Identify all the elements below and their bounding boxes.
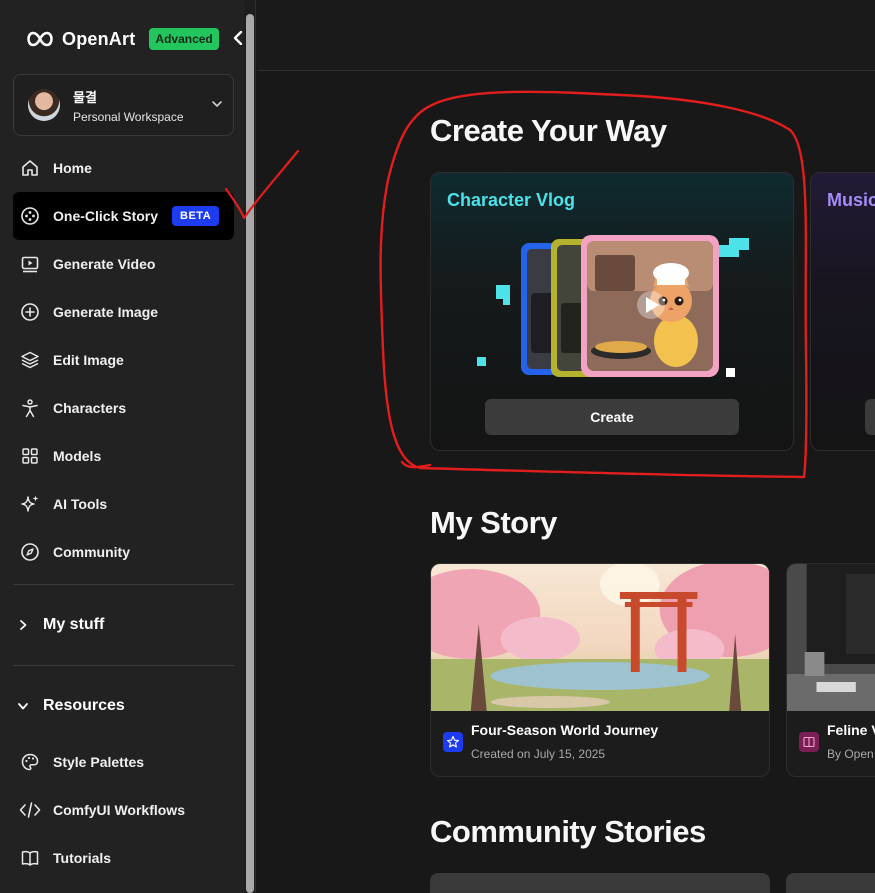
nav-item-tutorials[interactable]: Tutorials: [13, 834, 234, 882]
create-button[interactable]: Create: [485, 399, 739, 435]
nav-label: Generate Video: [53, 256, 156, 272]
workspace-label: Personal Workspace: [73, 109, 184, 124]
story-date: Created on July 15, 2025: [471, 747, 606, 761]
character-vlog-preview-image: [477, 235, 749, 377]
section-resources[interactable]: Resources: [13, 689, 234, 723]
nav-label: Style Palettes: [53, 754, 145, 770]
nav-item-models[interactable]: Models: [13, 432, 234, 480]
book-icon: [799, 732, 819, 752]
nav-item-generate-video[interactable]: Generate Video: [13, 240, 234, 288]
nav-item-edit-image[interactable]: Edit Image: [13, 336, 234, 384]
workspace-switcher[interactable]: 물결 Personal Workspace: [13, 74, 234, 136]
book-icon: [19, 847, 41, 869]
story-title: Feline V: [827, 722, 875, 738]
user-name: 물결: [73, 89, 97, 105]
nav-label: Edit Image: [53, 352, 124, 368]
sidebar-content: OpenArt Advanced 물결 Personal Workspace H…: [0, 0, 244, 893]
chevron-right-icon: [20, 620, 27, 630]
plan-badge: Advanced: [149, 28, 219, 50]
character-vlog-card[interactable]: Character Vlog Create: [430, 172, 794, 451]
section-label: My stuff: [43, 616, 105, 633]
card-title: Character Vlog: [447, 190, 576, 210]
story-star-icon: [443, 732, 463, 752]
sidebar-scrollbar[interactable]: [244, 0, 255, 893]
person-icon: [19, 397, 41, 419]
scrollbar-thumb[interactable]: [246, 14, 254, 893]
story-card[interactable]: Feline V By Open: [786, 563, 875, 777]
nav-item-one-click-story[interactable]: One-Click Story BETA: [13, 192, 234, 240]
avatar: [28, 89, 60, 121]
nav-label: AI Tools: [53, 496, 108, 512]
community-story-card[interactable]: [786, 873, 875, 893]
nav-item-characters[interactable]: Characters: [13, 384, 234, 432]
brand-name: OpenArt: [62, 28, 136, 49]
nav-item-generate-image[interactable]: Generate Image: [13, 288, 234, 336]
code-icon: [19, 799, 41, 821]
film-reel-icon: [19, 205, 41, 227]
nav-label: Generate Image: [53, 304, 159, 320]
main-content: Create Your Way Character Vlog Create Mu…: [257, 0, 875, 893]
nav-label: One-Click Story: [53, 208, 159, 224]
video-icon: [19, 253, 41, 275]
story-meta: By Open: [827, 747, 874, 761]
nav-label: Community: [53, 544, 130, 560]
brand-logo[interactable]: OpenArt Advanced: [24, 26, 219, 52]
create-button[interactable]: [865, 399, 875, 435]
infinity-logo-icon: [27, 31, 53, 47]
grid-icon: [19, 445, 41, 467]
chevron-left-icon: [233, 31, 243, 45]
nav-item-ai-tools[interactable]: AI Tools: [13, 480, 234, 528]
nav-item-home[interactable]: Home: [13, 144, 234, 192]
nav-label: Characters: [53, 400, 127, 416]
home-icon: [19, 157, 41, 179]
sparkle-icon: [19, 493, 41, 515]
story-card[interactable]: Four-Season World Journey Created on Jul…: [430, 563, 770, 777]
story-title: Four-Season World Journey: [471, 722, 659, 738]
chevron-down-icon: [212, 101, 222, 108]
top-bar: [257, 0, 875, 71]
nav-item-community[interactable]: Community: [13, 528, 234, 576]
chevron-down-icon: [18, 703, 28, 710]
create-heading: Create Your Way: [430, 113, 667, 148]
my-story-heading: My Story: [430, 505, 557, 540]
section-label: Resources: [43, 697, 125, 714]
card-title: Music: [827, 190, 875, 210]
community-stories-heading: Community Stories: [430, 814, 706, 849]
sidebar-divider: [13, 665, 234, 666]
nav-label: Tutorials: [53, 850, 112, 866]
music-card[interactable]: Music: [810, 172, 875, 451]
story-thumbnail-image: [787, 564, 875, 711]
palette-icon: [19, 751, 41, 773]
sidebar-divider: [13, 584, 234, 585]
nav-label: Home: [53, 160, 92, 176]
sidebar: OpenArt Advanced 물결 Personal Workspace H…: [0, 0, 256, 893]
layers-icon: [19, 349, 41, 371]
story-thumbnail-image: [431, 564, 769, 711]
section-my-stuff[interactable]: My stuff: [13, 608, 234, 642]
nav-item-style-palettes[interactable]: Style Palettes: [13, 738, 234, 786]
beta-badge: BETA: [172, 206, 220, 226]
nav-label: ComfyUI Workflows: [53, 802, 185, 818]
nav-label: Models: [53, 448, 102, 464]
compass-icon: [19, 541, 41, 563]
collapse-sidebar-button[interactable]: [231, 29, 245, 47]
nav-item-comfyui-workflows[interactable]: ComfyUI Workflows: [13, 786, 234, 834]
community-story-card[interactable]: [430, 873, 770, 893]
plus-circle-icon: [19, 301, 41, 323]
